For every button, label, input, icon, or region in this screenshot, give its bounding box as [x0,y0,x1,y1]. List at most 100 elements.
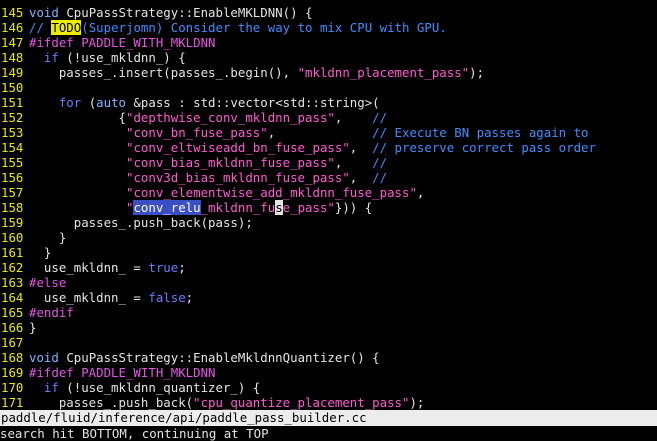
line-number: 161 [1,245,24,260]
code-line[interactable]: 160 } [0,230,657,245]
line-code: "conv_relu_mkldnn_fuse_pass"})) { [29,200,372,215]
line-code: void CpuPassStrategy::EnableMKLDNN() { [29,5,313,20]
line-code: #ifdef PADDLE_WITH_MKLDNN [29,365,216,380]
line-code: #endif [29,305,74,320]
line-number: 159 [1,215,24,230]
code-token: use_mkldnn_ = [29,290,149,305]
line-number: 156 [1,170,24,185]
code-line[interactable]: 154 "conv_eltwiseadd_bn_fuse_pass", // p… [0,140,657,155]
code-line[interactable]: 166} [0,320,657,335]
code-token: ; [185,290,194,305]
line-code: for (auto &pass : std::vector<std::strin… [29,95,380,110]
code-line[interactable]: 156 "conv3d_bias_mkldnn_fuse_pass", // [0,170,657,185]
code-token: "mkldnn_placement_pass" [297,65,470,80]
code-line[interactable]: 168 void CpuPassStrategy::EnableMkldnnQua… [0,350,657,365]
code-token: // [372,155,388,170]
code-token: { [29,110,126,125]
line-number: 154 [1,140,24,155]
line-number: 169 [1,365,24,380]
code-token: } [29,245,52,260]
code-token: , [349,140,373,155]
code-line[interactable]: 165 #endif [0,305,657,320]
line-code: use_mkldnn_ = true; [29,260,186,275]
line-number: 157 [1,185,24,200]
line-number: 151 [1,95,24,110]
code-token: e_pass" [282,200,335,215]
code-token: "cpu_quantize_placement_pass" [193,395,410,410]
line-number: 165 [1,305,24,320]
code-token: passes_.push_back(pass); [29,215,253,230]
code-line[interactable]: 163 #else [0,275,657,290]
code-line[interactable]: 153 "conv_bn_fuse_pass", // Execute BN p… [0,125,657,140]
code-line[interactable]: 152 {"depthwise_conv_mkldnn_pass", // [0,110,657,125]
line-number: 146 [1,20,24,35]
code-token: ); [469,65,485,80]
line-number: 163 [1,275,24,290]
code-token: , [334,110,373,125]
line-number: 166 [1,320,24,335]
code-token: , [267,125,373,140]
code-line[interactable]: 157 "conv_elementwise_add_mkldnn_fuse_pa… [0,185,657,200]
code-line[interactable]: 161 } [0,245,657,260]
code-line[interactable]: 155 "conv_bias_mkldnn_fuse_pass", // [0,155,657,170]
code-line[interactable]: 147 #ifdef PADDLE_WITH_MKLDNN [0,35,657,50]
code-token: ); [409,395,425,410]
code-token: #else [29,275,67,290]
line-code: "conv_elementwise_add_mkldnn_fuse_pass", [29,185,424,200]
code-token: _mkldnn_fu [200,200,276,215]
code-token: (Superjomn) Consider the way to mix CPU … [81,20,447,35]
code-token: CpuPassStrategy::EnableMKLDNN() { [66,5,313,20]
code-token: "conv3d_bias_mkldnn_fuse_pass" [125,170,350,185]
code-line[interactable]: 149 passes_.insert(passes_.begin(), "mkl… [0,65,657,80]
line-number: 150 [1,80,24,95]
command-line-message: search hit BOTTOM, continuing at TOP [0,426,269,441]
code-line[interactable]: 158 "conv_relu_mkldnn_fuse_pass"})) { [0,200,657,215]
command-line[interactable]: search hit BOTTOM, continuing at TOP [0,426,657,441]
line-number: 145 [1,5,24,20]
code-token: , [416,185,425,200]
text-cursor: s [275,200,283,215]
code-line[interactable]: 151 for (auto &pass : std::vector<std::s… [0,95,657,110]
code-token: CpuPassStrategy::EnableMkldnnQuantizer()… [66,350,380,365]
code-line[interactable]: 150 [0,80,657,95]
line-number: 148 [1,50,24,65]
todo-highlight: TODO [51,20,82,35]
code-token: "conv_bn_fuse_pass" [125,125,268,140]
code-token: if [43,50,59,65]
code-line[interactable]: 145 void CpuPassStrategy::EnableMKLDNN() … [0,5,657,20]
code-line[interactable]: 164 use_mkldnn_ = false; [0,290,657,305]
line-code: "conv_bias_mkldnn_fuse_pass", // [29,155,387,170]
code-line[interactable]: 167 [0,335,657,350]
code-line[interactable]: 159 passes_.push_back(pass); [0,215,657,230]
code-token: #ifdef PADDLE_WITH_MKLDNN [29,35,216,50]
line-number: 155 [1,155,24,170]
code-token: passes_.push_back( [29,395,194,410]
code-token: // Execute BN passes again to [372,125,589,140]
code-token: , [349,170,373,185]
line-code: "conv_bn_fuse_pass", // Execute BN passe… [29,125,589,140]
line-number: 160 [1,230,24,245]
code-token: use_mkldnn_ = [29,260,149,275]
code-token: void [29,350,67,365]
code-line[interactable]: 148 if (!use_mkldnn_) { [0,50,657,65]
line-number: 171 [1,395,24,410]
code-token: void [29,5,67,20]
line-code: {"depthwise_conv_mkldnn_pass", // [29,110,388,125]
code-line[interactable]: 170 if (!use_mkldnn_quantizer_) { [0,380,657,395]
code-token: })) { [334,200,373,215]
line-code: passes_.push_back("cpu_quantize_placemen… [29,395,425,410]
code-editor[interactable]: 145 void CpuPassStrategy::EnableMKLDNN() … [0,0,657,410]
line-number: 158 [1,200,24,215]
code-token: // [372,110,388,125]
line-number: 168 [1,350,24,365]
code-line[interactable]: 146 // TODO(Superjomn) Consider the way t… [0,20,657,35]
code-line[interactable]: 171 passes_.push_back("cpu_quantize_plac… [0,395,657,410]
code-line[interactable]: 169 #ifdef PADDLE_WITH_MKLDNN [0,365,657,380]
code-line[interactable]: 162 use_mkldnn_ = true; [0,260,657,275]
line-code: } [29,245,51,260]
line-code: passes_.insert(passes_.begin(), "mkldnn_… [29,65,484,80]
